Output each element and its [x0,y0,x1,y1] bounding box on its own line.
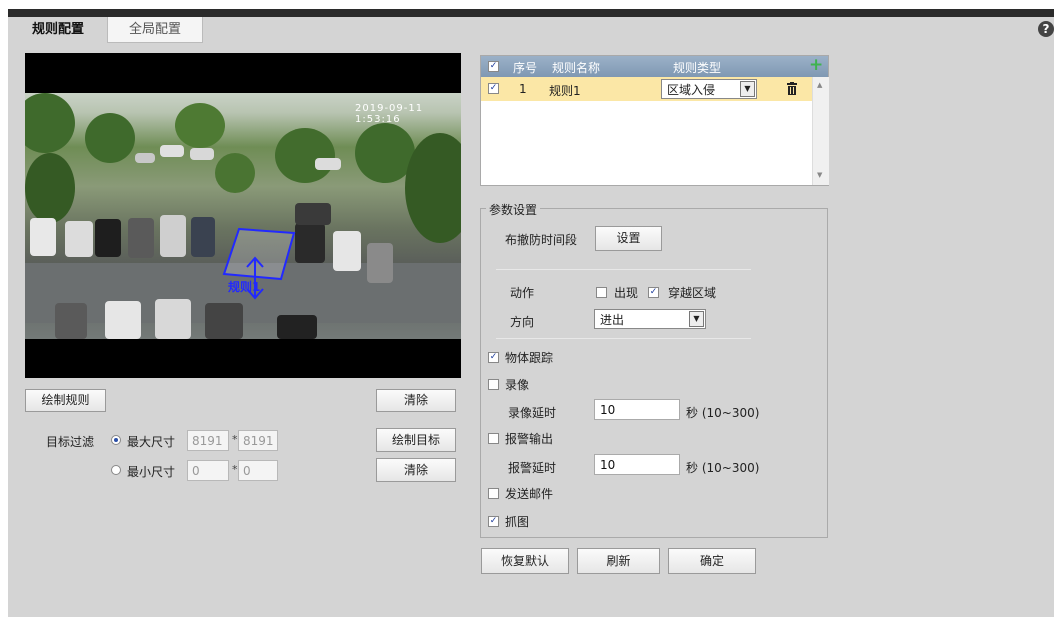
max-height-input[interactable] [238,430,278,451]
rule-type-select[interactable]: 区域入侵 ▼ [661,79,757,99]
min-width-input[interactable] [187,460,229,481]
rules-table: ✓ 序号 规则名称 规则类型 + ✓ 1 规则1 区域入侵 ▼ ▲ ▼ [480,55,829,186]
record-delay-label: 录像延时 [508,406,557,420]
min-size-label: 最小尺寸 [127,465,176,479]
header-index: 序号 [513,61,538,75]
alarm-delay-unit: 秒 (10~300) [686,461,760,475]
min-size-radio[interactable] [111,465,121,475]
help-icon[interactable]: ? [1038,21,1054,37]
tab-rule-config[interactable]: 规则配置 [18,17,98,43]
schedule-setup-button[interactable]: 设置 [595,226,662,251]
table-row[interactable]: ✓ 1 规则1 区域入侵 ▼ [481,77,812,101]
object-tracking-label: 物体跟踪 [505,351,554,365]
action-appear-checkbox[interactable] [596,287,607,298]
draw-target-button[interactable]: 绘制目标 [376,428,456,452]
select-all-checkbox[interactable]: ✓ [488,61,499,72]
object-tracking-checkbox[interactable]: ✓ [488,352,499,363]
top-bar [8,9,1054,17]
restore-default-button[interactable]: 恢复默认 [481,548,569,574]
direction-select[interactable]: 进出 ▼ [594,309,706,329]
refresh-button[interactable]: 刷新 [577,548,660,574]
alarm-output-checkbox[interactable] [488,433,499,444]
scroll-up-icon[interactable]: ▲ [817,81,822,89]
header-rule-name: 规则名称 [552,61,601,75]
snapshot-checkbox[interactable]: ✓ [488,516,499,527]
confirm-button[interactable]: 确定 [668,548,756,574]
rule-zone-label: 规则1 [228,280,261,294]
record-delay-unit: 秒 (10~300) [686,406,760,420]
action-cross-checkbox[interactable]: ✓ [648,287,659,298]
alarm-output-label: 报警输出 [505,432,554,446]
rule-type-value: 区域入侵 [667,83,716,97]
direction-value: 进出 [600,313,625,327]
send-email-label: 发送邮件 [505,487,554,501]
params-legend: 参数设置 [486,201,541,218]
chevron-down-icon[interactable]: ▼ [740,81,755,97]
scroll-down-icon[interactable]: ▼ [817,171,822,179]
video-preview[interactable]: 2019-09-11 1:53:16 规则1 [25,53,461,378]
record-label: 录像 [505,378,530,392]
max-size-separator: * [232,433,238,446]
clear-target-button[interactable]: 清除 [376,458,456,482]
schedule-label: 布撤防时间段 [505,233,578,247]
action-appear-label: 出现 [614,286,639,300]
divider [496,338,751,339]
min-height-input[interactable] [238,460,278,481]
draw-rule-button[interactable]: 绘制规则 [25,389,106,412]
max-width-input[interactable] [187,430,229,451]
action-label: 动作 [510,286,535,300]
action-cross-label: 穿越区域 [668,286,717,300]
target-filter-label: 目标过滤 [46,435,95,449]
rule-zone-overlay[interactable] [25,53,461,378]
direction-label: 方向 [510,315,535,329]
max-size-label: 最大尺寸 [127,435,176,449]
send-email-checkbox[interactable] [488,488,499,499]
record-checkbox[interactable] [488,379,499,390]
alarm-delay-label: 报警延时 [508,461,557,475]
divider [496,269,751,270]
tab-global-config[interactable]: 全局配置 [107,17,203,43]
rule-index: 1 [519,82,527,96]
rules-scrollbar[interactable]: ▲ ▼ [812,77,829,185]
clear-rule-button[interactable]: 清除 [376,389,456,412]
alarm-delay-input[interactable] [594,454,680,475]
rule-name: 规则1 [549,84,581,98]
rules-table-header: ✓ 序号 规则名称 规则类型 + [481,55,828,77]
rule-row-checkbox[interactable]: ✓ [488,83,499,94]
add-rule-icon[interactable]: + [809,55,823,75]
max-size-radio[interactable] [111,435,121,445]
min-size-separator: * [232,463,238,476]
delete-icon[interactable] [787,82,797,95]
snapshot-label: 抓图 [505,515,530,529]
record-delay-input[interactable] [594,399,680,420]
chevron-down-icon[interactable]: ▼ [689,311,704,327]
header-rule-type: 规则类型 [673,61,722,75]
